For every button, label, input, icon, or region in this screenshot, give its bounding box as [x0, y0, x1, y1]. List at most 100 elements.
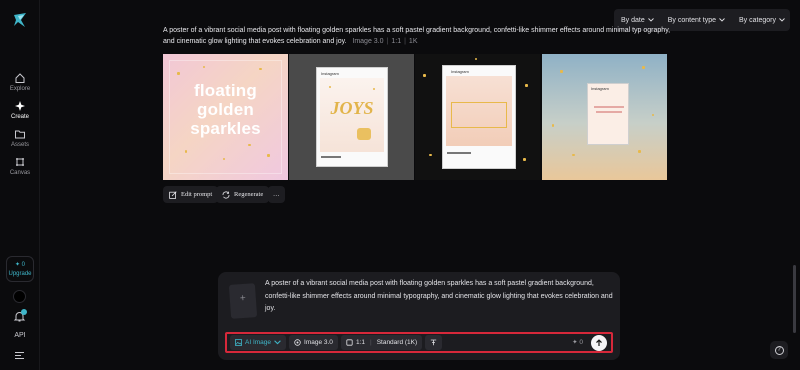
ratio-quality-selector[interactable]: 1:1 | Standard (1K) [340, 335, 423, 350]
edit-prompt-label: Edit prompt [181, 191, 213, 198]
sparkle [357, 128, 371, 140]
sparkle [203, 66, 205, 68]
sparkle [560, 70, 563, 73]
generation-meta: Image 3.0 | 1:1 | 1K [352, 38, 418, 45]
sparkle [248, 144, 251, 146]
mode-selector[interactable]: AI Image [230, 335, 287, 350]
post-text-line [594, 106, 624, 108]
canvas-icon [16, 158, 24, 166]
text-style-button[interactable] [425, 335, 443, 350]
post-header: Instagram [591, 86, 609, 91]
sparkle [652, 114, 654, 116]
scrollbar[interactable] [793, 265, 796, 333]
meta-resolution: 1K [408, 38, 418, 45]
regenerate-button[interactable]: Regenerate [216, 186, 270, 203]
nav-create[interactable]: Create [0, 100, 40, 120]
filter-date-label: By date [621, 16, 645, 24]
nav-explore[interactable]: Explore [0, 72, 40, 92]
prompt-composer: + A poster of a vibrant social media pos… [218, 272, 620, 360]
help-button[interactable]: ? [770, 341, 788, 359]
generated-image-3[interactable]: Instagram [415, 54, 540, 180]
post-header: Instagram [451, 69, 469, 74]
image-icon [235, 339, 242, 346]
filter-by-date[interactable]: By date [614, 17, 661, 24]
upload-reference-button[interactable]: + [228, 283, 258, 319]
prompt-input[interactable]: A poster of a vibrant social media post … [265, 278, 615, 316]
credits-value: 0 [21, 262, 26, 268]
generated-image-4[interactable]: Instagram [542, 54, 667, 180]
generation-settings-toolbar: AI Image Image 3.0 1:1 | Standard (1K) ✦… [225, 332, 613, 353]
help-icon: ? [774, 345, 784, 355]
sparkle [329, 86, 331, 88]
sparkle [429, 154, 432, 156]
sparkle [642, 66, 645, 69]
chip-divider: | [369, 339, 372, 346]
chevron-down-icon [719, 18, 725, 22]
sparkle-icon [15, 101, 25, 111]
sparkle [523, 158, 526, 161]
model-label: Image 3.0 [304, 339, 333, 346]
generated-image-2[interactable]: Instagram JOYS [289, 54, 414, 180]
upgrade-label: Upgrade [8, 271, 32, 277]
sparkle [552, 124, 554, 127]
generation-prompt: A poster of a vibrant social media post … [163, 25, 673, 47]
mode-label: AI Image [245, 339, 272, 346]
sparkle [423, 74, 426, 77]
home-icon [15, 73, 25, 83]
model-icon [294, 339, 301, 346]
nav-label-canvas: Canvas [9, 170, 31, 176]
sparkle [223, 158, 225, 160]
credits-count: ✦ 0 [14, 262, 26, 268]
meta-ratio: 1:1 [391, 38, 402, 45]
text-icon [430, 339, 437, 346]
sparkle [373, 88, 375, 90]
quality-label: Standard (1K) [376, 339, 418, 346]
nav-assets[interactable]: Assets [0, 128, 40, 148]
plus-icon: + [239, 292, 247, 305]
credit-cost: ✦ 0 [572, 339, 583, 346]
aspect-ratio-icon [346, 339, 353, 346]
generated-image-1[interactable]: floating golden sparkles [163, 54, 288, 180]
sparkle [185, 150, 187, 153]
sparkle [267, 154, 270, 157]
filter-category-label: By category [739, 16, 776, 24]
sparkle [475, 58, 477, 60]
sparkle [525, 84, 528, 87]
sparkle [259, 68, 262, 70]
meta-model: Image 3.0 [352, 38, 384, 45]
sidebar: Explore Create Assets Canvas ✦ 0 Upgrade… [0, 0, 40, 370]
more-options-button[interactable]: … [268, 186, 285, 203]
upgrade-button[interactable]: ✦ 0 Upgrade [6, 256, 34, 282]
image-text-line: floating [194, 81, 257, 100]
chevron-down-icon [274, 340, 281, 345]
filter-content-type-label: By content type [667, 16, 717, 24]
logo-icon[interactable] [12, 12, 28, 28]
post-inner-frame [451, 102, 507, 128]
menu-icon[interactable] [15, 352, 24, 359]
instagram-post-mockup: Instagram [442, 65, 516, 169]
post-caption [321, 156, 341, 158]
edit-prompt-button[interactable]: Edit prompt [163, 186, 219, 203]
api-link[interactable]: API [0, 332, 40, 339]
arrow-up-icon [596, 339, 602, 346]
chevron-down-icon [779, 18, 785, 22]
more-options-icon: … [273, 191, 280, 198]
model-selector[interactable]: Image 3.0 [289, 335, 338, 350]
chevron-down-icon [647, 18, 654, 22]
filter-by-content-type[interactable]: By content type [661, 17, 732, 24]
post-header: Instagram [321, 71, 339, 76]
regenerate-icon [222, 190, 230, 199]
nav-label-explore: Explore [9, 86, 31, 92]
filter-by-category[interactable]: By category [732, 17, 792, 24]
notification-badge [21, 309, 27, 315]
nav-canvas[interactable]: Canvas [0, 156, 40, 176]
post-text-line [596, 111, 622, 113]
folder-icon [15, 130, 25, 139]
sparkle [638, 150, 641, 153]
avatar[interactable] [13, 290, 26, 303]
image-text-line: sparkles [190, 119, 261, 138]
credit-cost-value: 0 [579, 339, 583, 346]
post-text: JOYS [330, 98, 374, 118]
image-text-line: golden [197, 100, 254, 119]
generate-button[interactable] [591, 335, 607, 351]
